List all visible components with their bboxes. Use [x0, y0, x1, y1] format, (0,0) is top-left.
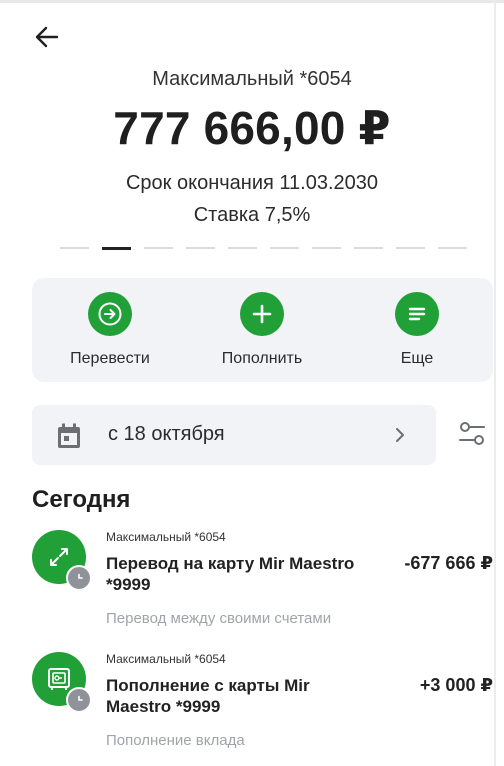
more-button[interactable]: Еще [357, 292, 477, 368]
page-indicator-dot[interactable] [270, 247, 299, 249]
back-arrow-icon [35, 26, 59, 48]
transaction-amount: -677 666 ₽ [404, 553, 493, 573]
account-balance: 777 666,00 ₽ [113, 102, 391, 154]
transaction-row[interactable]: Максимальный *6054 Пополнение с карты Mi… [32, 652, 493, 752]
filter-settings-button[interactable] [458, 420, 486, 453]
page-indicator-dot[interactable] [438, 247, 467, 249]
page-indicator-dot[interactable] [144, 247, 173, 249]
transfer-button[interactable]: Перевести [50, 292, 170, 368]
transaction-description: Пополнение вклада [106, 732, 245, 749]
page-indicator-dot[interactable] [396, 247, 425, 249]
page-indicator-dot[interactable] [228, 247, 257, 249]
date-filter-label: с 18 октября [108, 423, 225, 445]
top-up-label: Пополнить [221, 350, 303, 367]
section-title: Сегодня [32, 486, 131, 513]
calendar-icon [58, 423, 80, 448]
transaction-source: Максимальный *6054 [106, 652, 226, 666]
page-indicator [60, 246, 467, 250]
pending-clock-icon [66, 565, 92, 591]
transaction-title: Перевод на карту Mir Maestro *9999 [106, 554, 355, 594]
top-up-button[interactable]: Пополнить [202, 292, 322, 368]
transaction-amount: +3 000 ₽ [419, 675, 493, 695]
transaction-row[interactable]: Максимальный *6054 Перевод на карту Mir … [32, 530, 493, 630]
menu-lines-icon [395, 292, 439, 336]
page-indicator-dot[interactable] [354, 247, 383, 249]
transfer-label: Перевести [70, 350, 150, 367]
plus-icon [240, 292, 284, 336]
page-indicator-dot[interactable] [60, 247, 89, 249]
chevron-right-icon [396, 428, 404, 442]
date-filter[interactable]: с 18 октября [32, 405, 436, 465]
top-divider [0, 0, 504, 3]
arrow-right-icon [88, 292, 132, 336]
expiry-date: Срок окончания 11.03.2030 [125, 172, 379, 194]
more-label: Еще [400, 350, 434, 367]
transaction-title: Пополнение с карты Mir Maestro *9999 [106, 676, 310, 716]
sliders-icon [459, 422, 485, 445]
account-name: Максимальный *6054 [152, 68, 352, 90]
back-button[interactable] [32, 22, 62, 52]
actions-panel: Перевести Пополнить Еще [32, 278, 493, 382]
interest-rate: Ставка 7,5% [193, 204, 311, 226]
page-indicator-dot[interactable] [102, 246, 131, 250]
page-indicator-dot[interactable] [312, 247, 341, 249]
pending-clock-icon [66, 687, 92, 713]
transaction-source: Максимальный *6054 [106, 530, 226, 544]
page-indicator-dot[interactable] [186, 247, 215, 249]
transaction-description: Перевод между своими счетами [106, 610, 332, 627]
